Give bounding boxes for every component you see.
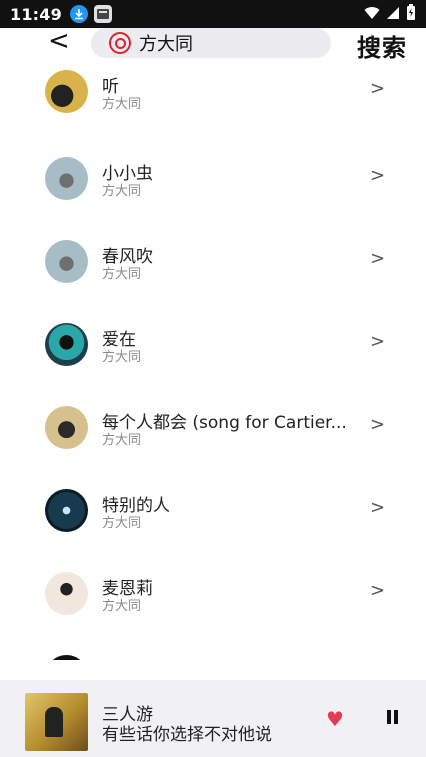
- heart-icon[interactable]: ♥: [326, 707, 344, 731]
- song-row[interactable]: [0, 647, 426, 660]
- song-artist: 方大同: [102, 97, 142, 112]
- song-artist: 方大同: [102, 350, 142, 365]
- status-time: 11:49: [10, 4, 62, 24]
- netease-music-icon: [109, 32, 131, 54]
- song-row[interactable]: 特别的人 方大同 >: [0, 481, 426, 563]
- chevron-right-icon: >: [370, 580, 386, 601]
- chevron-right-icon: >: [370, 248, 386, 269]
- song-avatar: [45, 489, 88, 532]
- song-row[interactable]: 小小虫 方大同 >: [0, 149, 426, 231]
- song-artist: 方大同: [102, 599, 142, 614]
- song-avatar: [45, 323, 88, 366]
- chevron-right-icon: >: [370, 414, 386, 435]
- song-row[interactable]: 爱在 方大同 >: [0, 315, 426, 397]
- song-avatar: [45, 406, 88, 449]
- song-row[interactable]: 听 方大同 >: [0, 70, 426, 148]
- battery-icon: [406, 4, 416, 24]
- song-avatar: [45, 240, 88, 283]
- search-button[interactable]: 搜索: [357, 28, 407, 63]
- pause-icon[interactable]: [387, 710, 399, 724]
- song-avatar: [45, 572, 88, 615]
- song-row[interactable]: 春风吹 方大同 >: [0, 232, 426, 314]
- search-header: < 方大同 搜索: [0, 28, 426, 70]
- song-avatar: [45, 655, 88, 660]
- app-notification-icon: [93, 5, 112, 23]
- status-bar: 11:49: [0, 0, 426, 28]
- song-artist: 方大同: [102, 516, 142, 531]
- search-input[interactable]: 方大同: [91, 28, 331, 58]
- chevron-right-icon: >: [370, 331, 386, 352]
- album-art: [25, 693, 88, 751]
- song-avatar: [45, 70, 88, 113]
- song-artist: 方大同: [102, 433, 142, 448]
- song-row[interactable]: 每个人都会 (song for Cartier... 方大同 >: [0, 398, 426, 480]
- mini-player[interactable]: 三人游 有些话你选择不对他说 ♥: [0, 680, 426, 757]
- chevron-right-icon: >: [370, 165, 386, 186]
- back-button[interactable]: <: [48, 28, 76, 60]
- player-lyric-line: 有些话你选择不对他说: [102, 725, 272, 745]
- wifi-icon: [364, 5, 380, 24]
- signal-icon: [386, 5, 400, 24]
- search-query: 方大同: [139, 34, 193, 55]
- download-icon: [69, 5, 88, 23]
- song-list: 听 方大同 > 小小虫 方大同 > 春风吹 方大同 > 爱在 方大同 > 每个人…: [0, 70, 426, 660]
- chevron-right-icon: >: [370, 497, 386, 518]
- song-row[interactable]: 麦恩莉 方大同 >: [0, 564, 426, 646]
- song-artist: 方大同: [102, 184, 142, 199]
- song-avatar: [45, 157, 88, 200]
- song-artist: 方大同: [102, 267, 142, 282]
- chevron-right-icon: >: [370, 78, 386, 99]
